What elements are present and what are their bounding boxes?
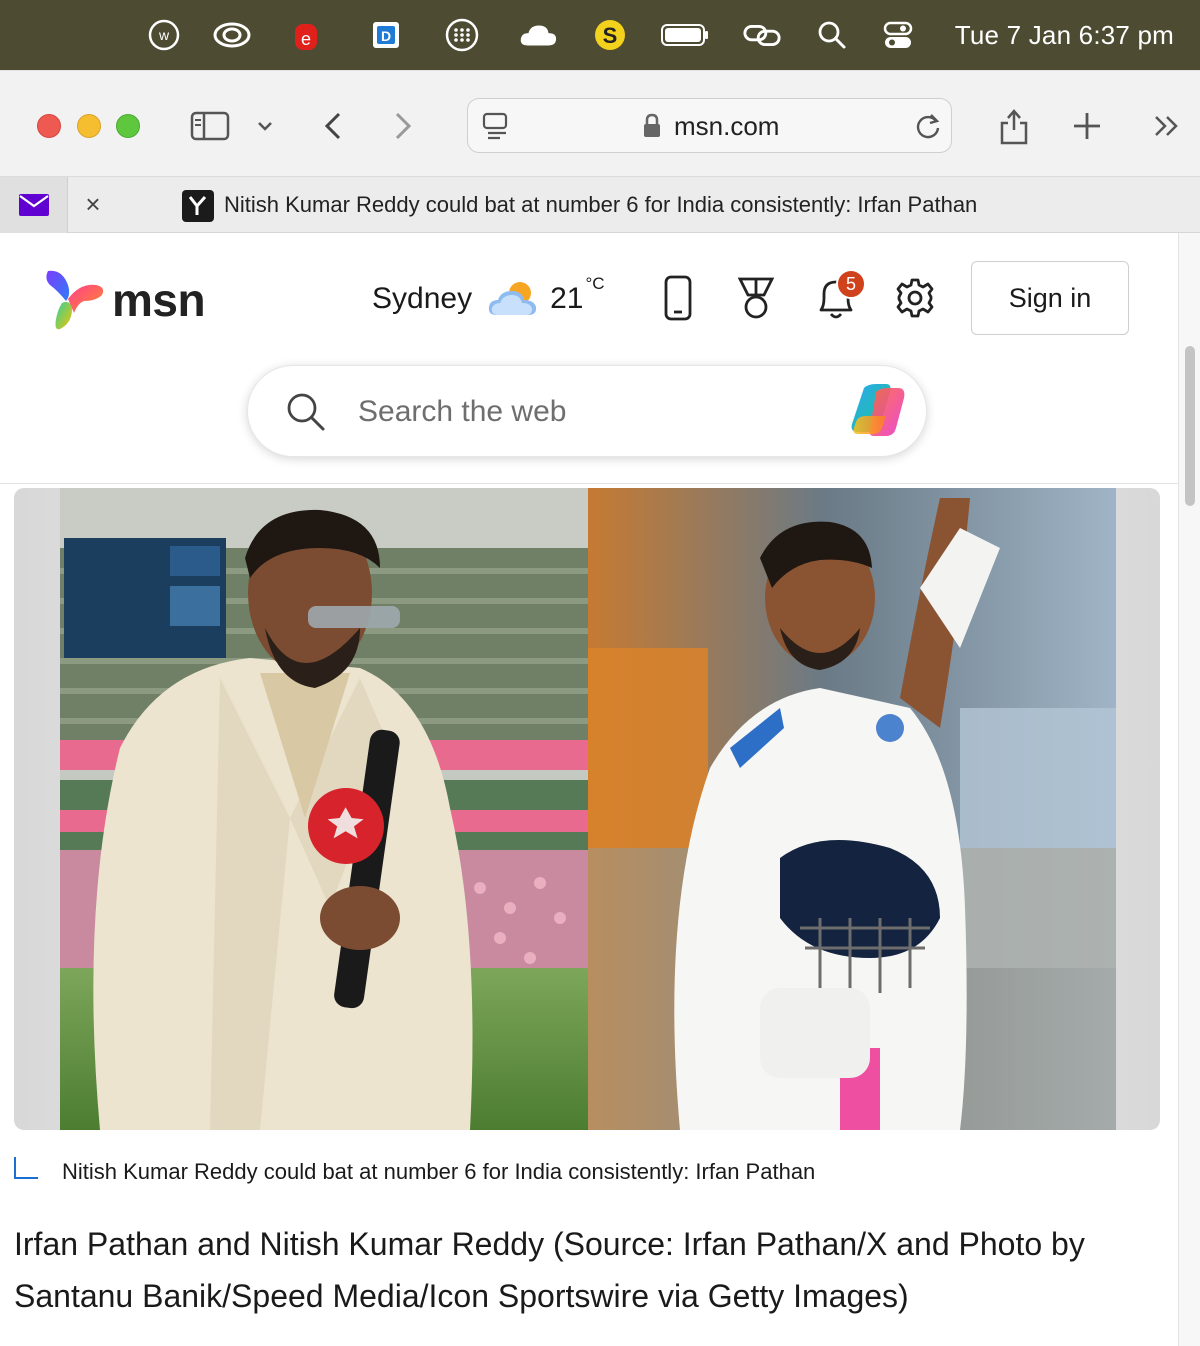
sign-in-button[interactable]: Sign in (971, 261, 1129, 335)
hero-photo (60, 488, 1116, 1130)
msn-tab-favicon (182, 190, 214, 222)
battery-icon[interactable] (660, 18, 710, 52)
pinned-tab-mail[interactable] (0, 177, 68, 233)
close-window-button[interactable] (37, 114, 61, 138)
e-red-icon[interactable]: e (286, 18, 326, 52)
weather-temperature: 21 °C (550, 274, 605, 315)
creative-cloud-icon[interactable] (212, 18, 252, 52)
msn-page: msn Sydney 21 °C 5 Sign in Search the we… (0, 233, 1178, 1346)
search-input[interactable] (358, 388, 818, 436)
tab-overflow-icon[interactable] (1148, 104, 1186, 148)
settings-gear-icon[interactable] (893, 273, 937, 323)
search-icon[interactable] (286, 392, 326, 437)
web-search-box[interactable] (247, 365, 927, 457)
active-tab-title[interactable]: Nitish Kumar Reddy could bat at number 6… (224, 192, 977, 218)
s-yellow-icon[interactable]: S (590, 18, 630, 52)
svg-text:w: w (158, 27, 170, 43)
cloud-icon[interactable] (518, 18, 558, 52)
phone-icon[interactable] (656, 273, 700, 323)
menu-bar-clock[interactable]: Tue 7 Jan 6:37 pm (955, 18, 1174, 52)
partly-cloudy-icon (488, 282, 537, 315)
close-tab-button[interactable]: × (78, 189, 108, 219)
forward-button[interactable] (386, 104, 420, 148)
macos-menu-bar: w e D S Tue 7 Jan 6:37 pm (0, 0, 1200, 70)
back-button[interactable] (316, 104, 350, 148)
notification-count-badge: 5 (836, 269, 866, 299)
reload-icon[interactable] (914, 111, 942, 146)
caption-corner-icon (14, 1157, 38, 1179)
address-bar[interactable]: msn.com (467, 98, 952, 153)
image-credit-text: Irfan Pathan and Nitish Kumar Reddy (Sou… (14, 1226, 1085, 1314)
svg-text:e: e (301, 29, 311, 49)
maximize-window-button[interactable] (116, 114, 140, 138)
mail-icon (18, 194, 49, 216)
new-tab-icon[interactable] (1068, 104, 1106, 148)
rewards-trophy-icon[interactable] (734, 273, 778, 323)
page-scrollbar[interactable] (1178, 233, 1200, 1346)
minimize-window-button[interactable] (77, 114, 101, 138)
msn-logo[interactable]: msn (44, 269, 206, 331)
sidebar-toggle-icon[interactable] (188, 104, 232, 148)
svg-text:S: S (603, 23, 618, 48)
image-caption: Nitish Kumar Reddy could bat at number 6… (62, 1159, 816, 1184)
share-icon[interactable] (996, 104, 1032, 148)
header-divider (0, 483, 1178, 484)
copilot-icon[interactable] (846, 382, 910, 445)
d-blue-icon[interactable]: D (366, 18, 406, 52)
msn-logo-text: msn (112, 274, 206, 326)
svg-text:D: D (381, 28, 391, 44)
msn-butterfly-icon (46, 270, 104, 330)
weather-widget[interactable]: Sydney 21 °C (372, 274, 605, 319)
link-icon[interactable] (742, 18, 782, 52)
lock-icon (642, 113, 662, 144)
image-caption-row: Nitish Kumar Reddy could bat at number 6… (14, 1153, 1164, 1193)
w-circle-icon[interactable]: w (144, 18, 184, 52)
chevron-down-icon[interactable] (252, 104, 278, 148)
page-menu-icon[interactable] (482, 111, 510, 146)
browser-toolbar: msn.com (0, 70, 1200, 176)
control-center-icon[interactable] (878, 18, 918, 52)
weather-city: Sydney (372, 282, 473, 315)
dots-grid-icon[interactable] (442, 18, 482, 52)
scrollbar-thumb[interactable] (1185, 346, 1195, 506)
url-text[interactable]: msn.com (674, 111, 779, 142)
tab-bar: × Nitish Kumar Reddy could bat at number… (0, 176, 1200, 233)
article-hero-image[interactable] (14, 488, 1160, 1130)
spotlight-search-icon[interactable] (812, 18, 852, 52)
